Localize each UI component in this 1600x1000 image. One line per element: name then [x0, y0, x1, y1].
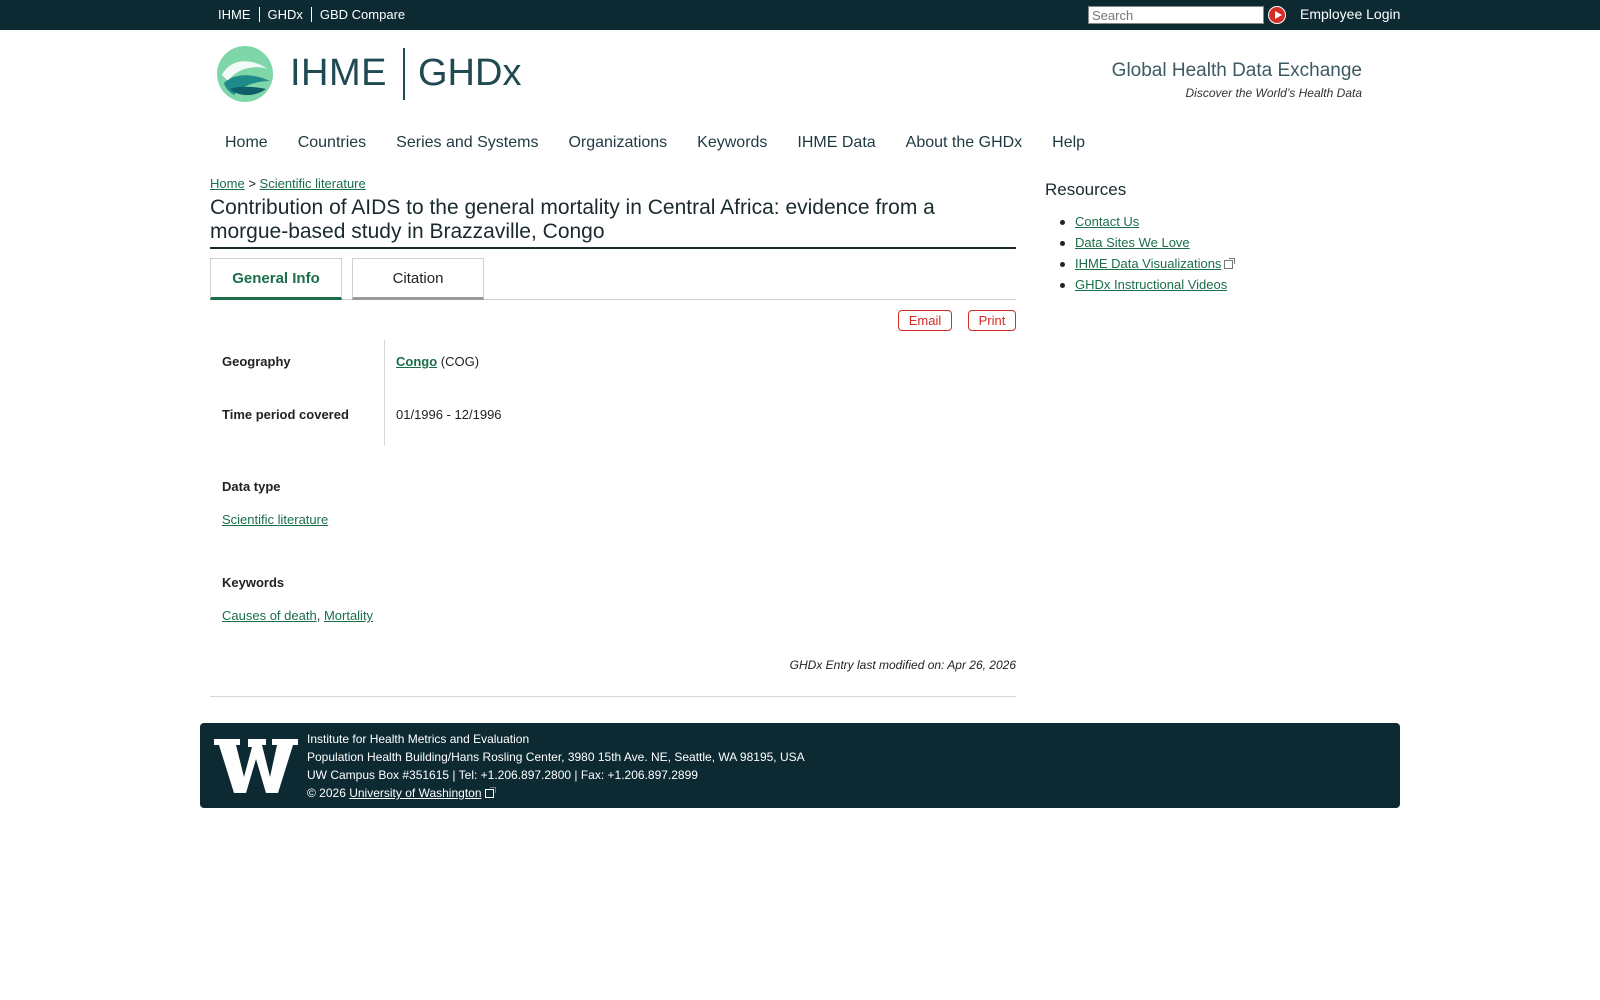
employee-login-link[interactable]: Employee Login	[1300, 6, 1400, 22]
footer-copyright: © 2026	[307, 786, 346, 800]
instructional-videos-link[interactable]: GHDx Instructional Videos	[1075, 277, 1227, 292]
tab-bar: General Info Citation	[210, 258, 1016, 300]
resources-title: Resources	[1045, 180, 1127, 199]
main-nav: Home Countries Series and Systems Organi…	[225, 134, 1115, 152]
footer-contact: UW Campus Box #351615 | Tel: +1.206.897.…	[307, 768, 698, 782]
info-row-time-period: Time period covered 01/1996 - 12/1996	[210, 393, 1016, 446]
nav-ihme-data[interactable]: IHME Data	[797, 134, 875, 152]
data-type-link[interactable]: Scientific literature	[222, 512, 328, 527]
nav-series-and-systems[interactable]: Series and Systems	[396, 134, 538, 152]
external-link-icon	[484, 787, 496, 798]
data-type-label: Data type	[222, 479, 281, 494]
data-sites-link[interactable]: Data Sites We Love	[1075, 235, 1190, 250]
geography-congo-link[interactable]: Congo	[396, 354, 437, 369]
keyword-separator: ,	[316, 608, 321, 623]
tab-general-info[interactable]: General Info	[210, 258, 342, 300]
keywords-label: Keywords	[222, 575, 285, 590]
print-button[interactable]: Print	[968, 310, 1016, 331]
page-title: Contribution of AIDS to the general mort…	[210, 196, 1016, 249]
top-nav-ihme[interactable]: IHME	[218, 7, 259, 22]
tab-citation[interactable]: Citation	[352, 258, 484, 300]
geography-code: (COG)	[440, 354, 480, 369]
site-subtagline: Discover the World’s Health Data	[1185, 86, 1362, 100]
keywords-section: Keywords Causes of death, Mortality	[222, 575, 373, 623]
footer-institute: Institute for Health Metrics and Evaluat…	[307, 732, 530, 746]
keyword-mortality[interactable]: Mortality	[324, 608, 373, 623]
brand-ghdx[interactable]: GHDx	[418, 52, 521, 95]
nav-about-the-ghdx[interactable]: About the GHDx	[906, 134, 1023, 152]
resource-item: GHDx Instructional Videos	[1060, 277, 1233, 298]
uw-logo-icon[interactable]	[214, 737, 298, 795]
ihme-logo-icon[interactable]	[216, 45, 274, 103]
nav-home[interactable]: Home	[225, 134, 268, 152]
keyword-causes-of-death[interactable]: Causes of death	[222, 608, 317, 623]
info-row-geography: Geography Congo (COG)	[210, 340, 1016, 393]
uw-link[interactable]: University of Washington	[349, 786, 481, 800]
email-button[interactable]: Email	[898, 310, 952, 331]
external-link-icon	[1224, 258, 1236, 269]
ihme-data-visualizations-link[interactable]: IHME Data Visualizations	[1075, 256, 1221, 271]
nav-countries[interactable]: Countries	[298, 134, 366, 152]
breadcrumb-scientific-literature[interactable]: Scientific literature	[260, 176, 366, 191]
geography-value: Congo (COG)	[396, 354, 479, 369]
geography-label: Geography	[222, 354, 291, 369]
footer-text: Institute for Health Metrics and Evaluat…	[307, 730, 805, 802]
footer-address: Population Health Building/Hans Rosling …	[307, 750, 805, 764]
breadcrumb: Home > Scientific literature	[210, 176, 366, 191]
brand-ihme[interactable]: IHME	[290, 52, 387, 95]
resource-item: Contact Us	[1060, 214, 1233, 235]
data-type-section: Data type Scientific literature	[222, 479, 328, 527]
top-nav-ghdx[interactable]: GHDx	[258, 7, 311, 22]
resources-list: Contact Us Data Sites We Love IHME Data …	[1060, 214, 1236, 298]
time-period-value: 01/1996 - 12/1996	[396, 407, 502, 422]
info-table: Geography Congo (COG) Time period covere…	[210, 340, 1016, 446]
top-nav: IHME GHDx GBD Compare	[218, 7, 413, 22]
breadcrumb-home[interactable]: Home	[210, 176, 245, 191]
search-input[interactable]	[1088, 6, 1264, 24]
site-tagline: Global Health Data Exchange	[1111, 60, 1362, 81]
brand-divider	[403, 48, 405, 100]
nav-keywords[interactable]: Keywords	[697, 134, 767, 152]
contact-us-link[interactable]: Contact Us	[1075, 214, 1139, 229]
top-bar: IHME GHDx GBD Compare Employee Login	[0, 0, 1600, 30]
nav-help[interactable]: Help	[1052, 134, 1085, 152]
top-nav-gbd-compare[interactable]: GBD Compare	[310, 7, 413, 22]
search-go-icon[interactable]	[1268, 6, 1286, 24]
breadcrumb-separator: >	[248, 176, 256, 191]
last-modified: GHDx Entry last modified on: Apr 26, 202…	[789, 658, 1016, 672]
time-period-label: Time period covered	[222, 407, 349, 422]
content-divider	[210, 696, 1016, 697]
footer-copyright-line: © 2026 University of Washington	[307, 784, 805, 802]
resource-item: IHME Data Visualizations	[1060, 256, 1236, 277]
nav-organizations[interactable]: Organizations	[568, 134, 667, 152]
resource-item: Data Sites We Love	[1060, 235, 1233, 256]
footer: Institute for Health Metrics and Evaluat…	[200, 723, 1400, 808]
